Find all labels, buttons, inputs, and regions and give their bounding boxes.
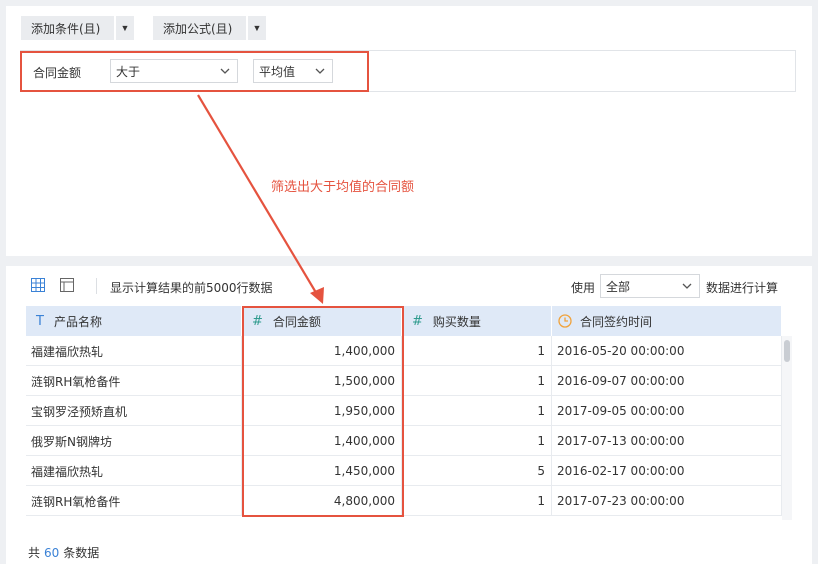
annotation-arrow — [197, 94, 324, 304]
annotation-text: 筛选出大于均值的合同额 — [271, 180, 415, 195]
